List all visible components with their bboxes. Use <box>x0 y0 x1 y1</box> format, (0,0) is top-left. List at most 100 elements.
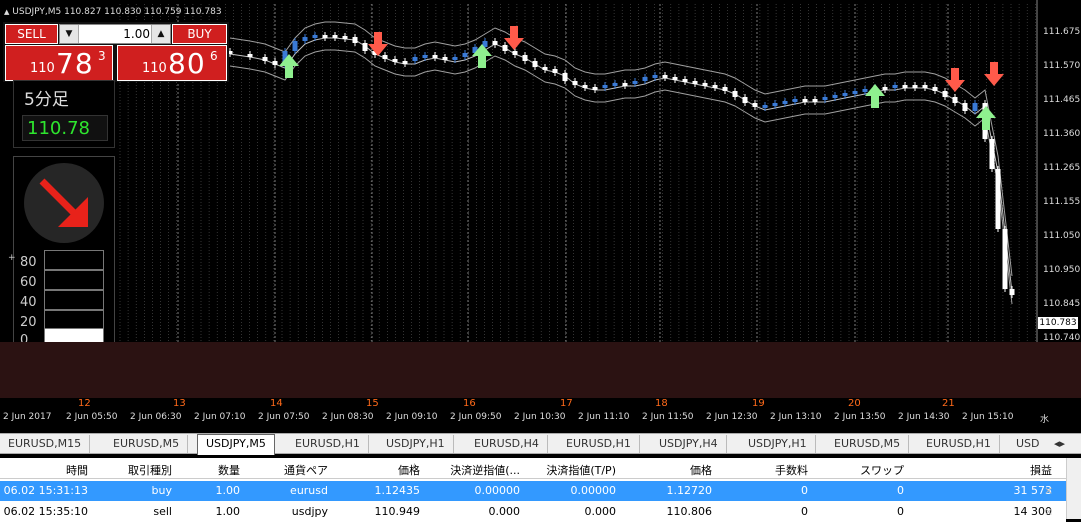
gauge-level-80: 80 <box>20 255 37 270</box>
column-header[interactable]: 損益 <box>908 462 1052 478</box>
chart-header-text: USDJPY,M5 110.827 110.830 110.759 110.78… <box>12 7 222 17</box>
sell-button[interactable]: SELL <box>5 24 58 44</box>
table-cell: buy <box>151 484 172 497</box>
column-header[interactable]: 決済指値(T/P) <box>524 462 616 478</box>
candle-body <box>1009 289 1015 295</box>
candle-body <box>392 59 398 62</box>
column-header[interactable]: 手数料 <box>716 462 808 478</box>
column-header[interactable]: 決済逆指値(... <box>424 462 520 478</box>
chart-tab[interactable]: USD <box>1008 435 1049 453</box>
close-order-icon[interactable]: × <box>1044 484 1053 497</box>
close-order-icon[interactable]: × <box>1044 505 1053 518</box>
lot-size-stepper[interactable]: ▼ 1.00 ▲ <box>59 24 171 44</box>
time-tick-label: 2 Jun 09:10 <box>386 412 438 422</box>
candle-body <box>342 36 348 39</box>
indicator-subwindow[interactable] <box>0 342 1081 398</box>
table-cell: 1.00 <box>215 505 241 518</box>
price-tick-label: 111.465 <box>1043 95 1081 105</box>
chart-tab[interactable]: USDJPY,H1 <box>740 435 816 453</box>
hour-label: 13 <box>173 398 186 409</box>
candle-body <box>402 61 408 64</box>
table-cell: 1.12435 <box>374 484 421 497</box>
chart-tab[interactable]: USDJPY,H1 <box>378 435 454 453</box>
table-row[interactable]: 06.02 15:35:10 sell 1.00 usdjpy 110.949 0.000… <box>0 502 1066 522</box>
lot-increase-icon[interactable]: ▲ <box>151 25 170 43</box>
sell-price-button[interactable]: 110 78 3 <box>5 45 113 81</box>
gauge-bar <box>44 310 104 330</box>
buy-button[interactable]: BUY <box>172 24 227 44</box>
hour-labels-row: 12 13 14 15 16 17 18 19 20 21 <box>0 398 1081 410</box>
chart-tab[interactable]: EURUSD,M15 <box>0 435 91 453</box>
candle-body <box>752 103 758 107</box>
table-row[interactable]: 06.02 15:31:13 buy 1.00 eurusd 1.12435 0.0000… <box>0 481 1066 501</box>
table-cell: 110.949 <box>374 505 421 518</box>
candle-body <box>882 87 888 90</box>
candle-body <box>462 53 468 57</box>
candle-body <box>862 89 868 92</box>
candle-body <box>502 45 508 51</box>
column-header[interactable]: 数量 <box>176 462 240 478</box>
table-cell: 1.00 <box>215 484 241 497</box>
price-tick-label: 111.265 <box>1043 163 1081 173</box>
candle-body <box>972 103 978 111</box>
candle-body <box>732 91 738 97</box>
time-axis[interactable]: 2 Jun 2017 2 Jun 05:50 2 Jun 06:30 2 Jun 07… <box>0 410 1081 425</box>
buy-price-pips: 80 <box>168 47 206 80</box>
column-header[interactable]: スワップ <box>812 462 904 478</box>
candle-body <box>742 97 748 103</box>
time-tick-label: 2 Jun 07:50 <box>258 412 310 422</box>
gauge-level-60: 60 <box>20 275 37 290</box>
time-tick-label: 2 Jun 08:30 <box>322 412 374 422</box>
tab-scroll-icon[interactable]: ◂▸ <box>1046 435 1074 453</box>
table-cell: 110.806 <box>666 505 713 518</box>
candle-body <box>932 87 938 91</box>
candle-body <box>912 85 918 88</box>
timeframe-panel: 5分足 110.78 <box>13 80 115 148</box>
candle-body <box>942 91 948 97</box>
chart-tab[interactable]: EURUSD,H1 <box>918 435 1000 453</box>
price-tick-label: 111.675 <box>1043 27 1081 37</box>
table-cell: 0.00000 <box>570 484 617 497</box>
time-tick-label: 2 Jun 14:30 <box>898 412 950 422</box>
chart-tab[interactable]: USDJPY,H4 <box>651 435 727 453</box>
column-header[interactable]: 取引種別 <box>92 462 172 478</box>
candle-body <box>852 91 858 94</box>
candle-body <box>672 77 678 80</box>
column-header[interactable]: 価格 <box>332 462 420 478</box>
chart-tab[interactable]: EURUSD,H4 <box>466 435 548 453</box>
chart-menu-icon[interactable]: ▲ <box>4 8 9 16</box>
hour-label: 20 <box>848 398 861 409</box>
trade-table[interactable]: 時間 取引種別 数量 通貨ペア 価格 決済逆指値(... 決済指値(T/P) 価格 手数料 スワッ… <box>0 458 1081 522</box>
price-chart[interactable]: ▲ USDJPY,M5 110.827 110.830 110.759 110.… <box>0 0 1081 433</box>
candle-body <box>802 99 808 102</box>
candle-body <box>602 85 608 88</box>
gauge-bar <box>44 250 104 270</box>
table-scrollbar[interactable] <box>1066 458 1081 519</box>
column-header[interactable]: 通貨ペア <box>244 462 328 478</box>
candle-body <box>452 57 458 60</box>
candle-body <box>995 169 1001 229</box>
candle-body <box>522 55 528 61</box>
candle-body <box>922 85 928 88</box>
chart-tab[interactable]: EURUSD,M5 <box>105 435 189 453</box>
chart-tab[interactable]: EURUSD,M5 <box>826 435 910 453</box>
time-tick-label: 2 Jun 10:30 <box>514 412 566 422</box>
table-cell: 1.12720 <box>666 484 713 497</box>
time-tick-label: 2 Jun 05:50 <box>66 412 118 422</box>
axis-corner-label: 水 <box>1040 415 1050 425</box>
chart-tab[interactable]: USDJPY,M5 <box>197 434 275 455</box>
chart-tab[interactable]: EURUSD,H1 <box>558 435 640 453</box>
candle-body <box>832 95 838 98</box>
candle-body <box>512 51 518 55</box>
buy-price-button[interactable]: 110 80 6 <box>117 45 227 81</box>
column-header[interactable]: 時間 <box>0 462 88 478</box>
candle-body <box>902 85 908 88</box>
candle-body <box>492 41 498 45</box>
chart-tab[interactable]: EURUSD,H1 <box>287 435 369 453</box>
candle-body <box>722 87 728 91</box>
price-tick-label: 111.360 <box>1043 129 1081 139</box>
lot-size-input[interactable]: 1.00 <box>80 27 150 41</box>
column-header[interactable]: 価格 <box>620 462 712 478</box>
candle-body <box>272 61 278 65</box>
lot-decrease-icon[interactable]: ▼ <box>60 25 79 43</box>
